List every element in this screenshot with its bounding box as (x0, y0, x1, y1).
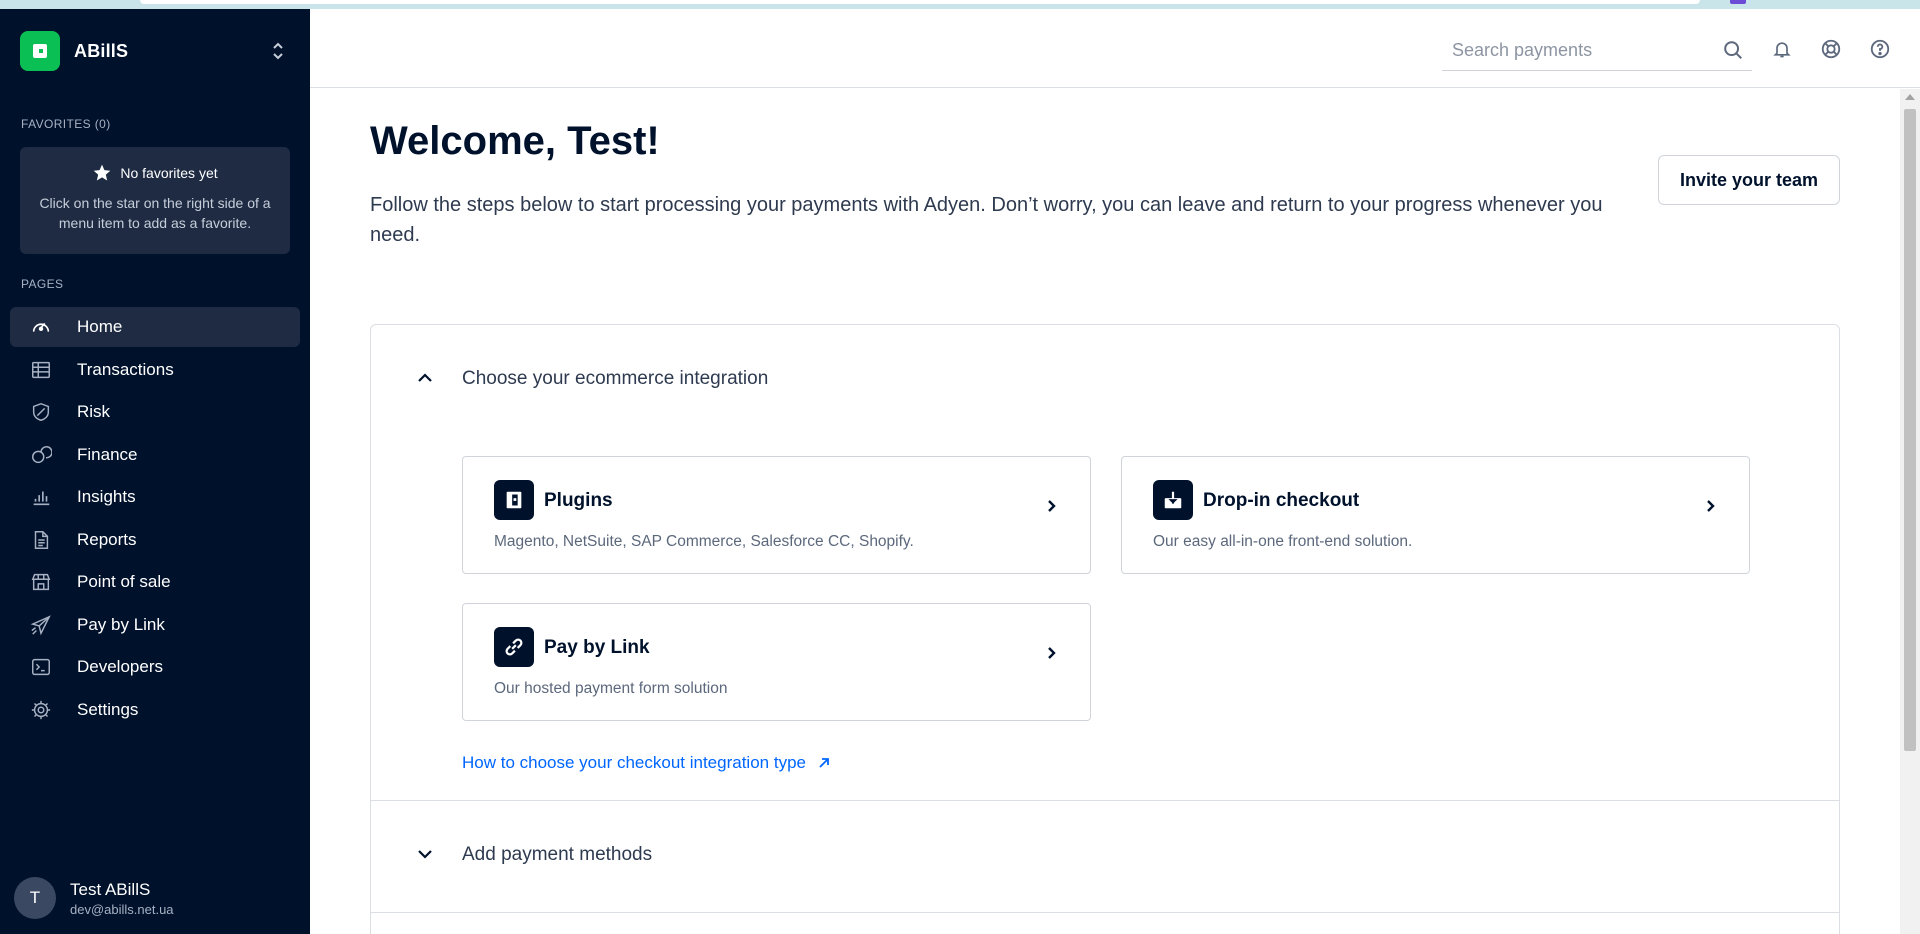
paper-plane-icon (30, 614, 51, 635)
sidebar-item-label: Transactions (77, 359, 174, 379)
accordion-payment-methods[interactable]: Add payment methods (371, 825, 1839, 885)
search-input[interactable] (1452, 40, 1712, 61)
sidebar-item-finance[interactable]: Finance (10, 435, 300, 475)
main-content: Welcome, Test! Follow the steps below to… (370, 89, 1840, 934)
browser-extension-icon (1730, 0, 1746, 4)
lifebuoy-icon[interactable] (1819, 37, 1843, 61)
dashboard-gauge-icon (32, 322, 50, 332)
favorites-empty-text: Click on the star on the right side of a… (39, 195, 271, 231)
sidebar-item-label: Home (77, 317, 123, 336)
section-divider (371, 912, 1839, 913)
scroll-up-arrow[interactable] (1905, 94, 1915, 100)
avatar: T (14, 877, 56, 919)
sidebar-item-label: Settings (77, 699, 139, 719)
table-icon (32, 361, 50, 378)
user-email: dev@abills.net.ua (70, 901, 174, 917)
help-icon[interactable] (1868, 37, 1892, 61)
scrollbar-thumb[interactable] (1904, 109, 1916, 751)
browser-top-strip (0, 0, 1920, 9)
chevron-right-icon (1705, 499, 1715, 518)
favorites-label: FAVORITES (0) (21, 117, 111, 131)
accordion-title: Add payment methods (462, 844, 653, 865)
sidebar-item-label: Insights (77, 487, 136, 506)
card-description: Magento, NetSuite, SAP Commerce, Salesfo… (494, 533, 914, 550)
card-description: Our hosted payment form solution (494, 680, 728, 697)
accordion-title: Choose your ecommerce integration (462, 368, 769, 389)
sidebar-item-label: Finance (77, 444, 138, 464)
sidebar-item-label: Reports (77, 529, 137, 549)
sidebar: ABillS FAVORITES (0) No favorites yet Cl… (0, 9, 310, 934)
integration-card-pay-by-link[interactable]: Pay by Link Our hosted payment form solu… (462, 603, 1091, 721)
chevron-right-icon (1046, 499, 1056, 518)
section-divider (371, 800, 1839, 801)
sidebar-item-label: Risk (77, 402, 111, 421)
sidebar-item-transactions[interactable]: Transactions (10, 350, 300, 390)
integration-card-plugins[interactable]: Plugins Magento, NetSuite, SAP Commerce,… (462, 456, 1091, 574)
sidebar-item-label: Pay by Link (77, 614, 165, 634)
top-header (310, 9, 1920, 88)
page-scrollbar[interactable] (1900, 89, 1920, 934)
adyen-logo-icon (20, 31, 60, 71)
sidebar-item-pay-by-link[interactable]: Pay by Link (10, 605, 300, 645)
search-icon[interactable] (1722, 39, 1744, 66)
account-name: ABillS (74, 40, 129, 61)
shield-icon (32, 402, 50, 422)
star-icon (94, 164, 111, 181)
card-title: Plugins (544, 490, 613, 511)
integration-card-drop-in[interactable]: Drop-in checkout Our easy all-in-one fro… (1121, 456, 1750, 574)
sidebar-item-insights[interactable]: Insights (10, 477, 300, 517)
user-profile[interactable]: T Test ABillS dev@abills.net.ua (14, 877, 174, 919)
document-icon (34, 530, 49, 549)
favorites-empty-title: No favorites yet (120, 165, 218, 181)
sidebar-item-developers[interactable]: Developers (10, 647, 300, 687)
chevron-up-down-icon[interactable] (266, 39, 290, 63)
card-title: Pay by Link (544, 637, 650, 658)
account-switcher[interactable]: ABillS (20, 31, 290, 71)
bell-icon[interactable] (1770, 37, 1794, 61)
sidebar-item-risk[interactable]: Risk (10, 392, 300, 432)
page-title: Welcome, Test! (370, 119, 660, 163)
link-icon (494, 627, 534, 667)
sidebar-nav: Home Transactions Risk Finance Insights … (10, 307, 300, 732)
accordion-ecommerce-integration[interactable]: Choose your ecommerce integration (371, 349, 1839, 409)
chevron-down-icon (417, 846, 433, 864)
browser-address-bar (140, 0, 1700, 4)
search-field (1442, 31, 1752, 71)
terminal-icon (32, 658, 50, 676)
sidebar-item-label: Point of sale (77, 572, 171, 591)
pages-label: PAGES (21, 277, 64, 291)
bar-chart-icon (33, 491, 50, 506)
chevron-up-icon (417, 370, 433, 388)
card-description: Our easy all-in-one front-end solution. (1153, 533, 1413, 550)
external-link-arrow-icon (819, 758, 829, 768)
user-name: Test ABillS (70, 879, 151, 899)
gear-icon (31, 700, 51, 719)
coins-icon (32, 445, 52, 463)
card-title: Drop-in checkout (1203, 490, 1360, 511)
plugin-icon (494, 480, 534, 520)
sidebar-item-reports[interactable]: Reports (10, 520, 300, 560)
sidebar-item-settings[interactable]: Settings (10, 690, 300, 730)
checkout-integration-guide-link[interactable]: How to choose your checkout integration … (462, 753, 830, 773)
chevron-right-icon (1046, 646, 1056, 665)
sidebar-item-label: Developers (77, 657, 163, 676)
onboarding-steps-panel: Choose your ecommerce integration Plugin… (370, 324, 1840, 934)
page-subtitle: Follow the steps below to start processi… (370, 194, 1603, 246)
sidebar-item-home[interactable]: Home (10, 307, 300, 347)
store-icon (31, 573, 51, 591)
sidebar-item-point-of-sale[interactable]: Point of sale (10, 562, 300, 602)
link-label: How to choose your checkout integration … (462, 753, 806, 772)
invite-team-button[interactable]: Invite your team (1658, 155, 1840, 205)
download-box-icon (1153, 480, 1193, 520)
favorites-empty-box: No favorites yet Click on the star on th… (20, 147, 290, 254)
